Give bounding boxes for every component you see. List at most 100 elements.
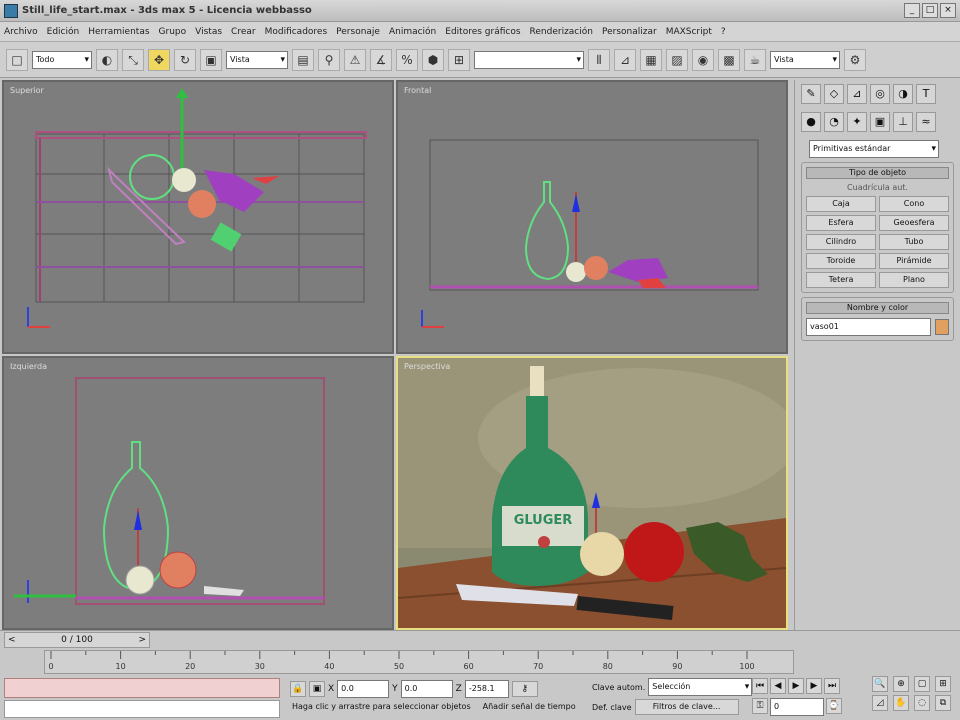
viewport-label[interactable]: Izquierda xyxy=(10,362,47,371)
edit-named-sel-icon[interactable]: ⊞ xyxy=(448,48,470,71)
select-object-icon[interactable]: □ xyxy=(6,48,28,71)
object-type-header[interactable]: Tipo de objeto xyxy=(806,167,949,179)
hierarchy-tab-icon[interactable]: ⊿ xyxy=(847,84,867,104)
teapot-button[interactable]: Tetera xyxy=(806,272,876,288)
pyramid-button[interactable]: Pirámide xyxy=(879,253,949,269)
z-coordinate-field[interactable]: -258.1 xyxy=(464,680,509,698)
auto-key-button[interactable]: Clave autom. xyxy=(592,683,645,692)
lights-icon[interactable]: ✦ xyxy=(847,112,867,132)
reference-coord-select[interactable]: Vista xyxy=(226,50,288,69)
viewport-label[interactable]: Perspectiva xyxy=(404,362,450,371)
key-mode-toggle-icon[interactable]: ⚿ xyxy=(752,698,768,714)
percent-snap-icon[interactable]: % xyxy=(396,48,418,71)
viewport-left[interactable]: Izquierda xyxy=(2,356,394,630)
menu-renderizacion[interactable]: Renderización xyxy=(530,27,593,37)
set-key-button[interactable]: Def. clave xyxy=(592,703,632,712)
zoom-icon[interactable]: 🔍 xyxy=(872,676,888,692)
arc-rotate-icon[interactable]: ◌ xyxy=(914,695,930,711)
mirror-icon[interactable]: ⫴ xyxy=(588,48,610,71)
menu-herramientas[interactable]: Herramientas xyxy=(88,27,149,37)
menu-personalizar[interactable]: Personalizar xyxy=(602,27,657,37)
torus-button[interactable]: Toroide xyxy=(806,253,876,269)
angle-snap-icon[interactable]: ∡ xyxy=(370,48,392,71)
menu-animacion[interactable]: Animación xyxy=(389,27,436,37)
autogrid-checkbox[interactable]: Cuadrícula aut. xyxy=(806,183,949,192)
absolute-mode-icon[interactable]: ▣ xyxy=(309,681,325,697)
viewport-front[interactable]: Frontal xyxy=(396,80,788,354)
name-color-header[interactable]: Nombre y color xyxy=(806,302,949,314)
spacewarps-icon[interactable]: ≈ xyxy=(916,112,936,132)
geosphere-button[interactable]: Geoesfera xyxy=(879,215,949,231)
add-time-tag[interactable]: Añadir señal de tiempo xyxy=(483,702,576,711)
menu-grupo[interactable]: Grupo xyxy=(159,27,187,37)
current-frame-field[interactable]: 0 xyxy=(770,698,824,716)
tube-button[interactable]: Tubo xyxy=(879,234,949,250)
move-icon[interactable]: ✥ xyxy=(148,48,170,71)
render-last-icon[interactable]: ⚙ xyxy=(844,48,866,71)
viewport-top[interactable]: Superior xyxy=(2,80,394,354)
maxscript-mini-input[interactable] xyxy=(4,700,280,718)
menu-personaje[interactable]: Personaje xyxy=(336,27,380,37)
next-frame-icon[interactable]: ▶ xyxy=(806,678,822,694)
minimize-button[interactable]: _ xyxy=(904,3,920,18)
viewport-perspective[interactable]: Perspectiva GLUGER xyxy=(396,356,788,630)
time-config-icon[interactable]: ⌚ xyxy=(826,698,842,714)
snap-icon[interactable]: ⚠ xyxy=(344,48,366,71)
key-filters-button[interactable]: Filtros de clave... xyxy=(634,699,739,715)
goto-end-icon[interactable]: ⏭ xyxy=(824,678,840,694)
geometry-icon[interactable]: ● xyxy=(801,112,821,132)
utilities-tab-icon[interactable]: T xyxy=(916,84,936,104)
menu-help[interactable]: ? xyxy=(721,27,726,37)
object-category-select[interactable]: Primitivas estándar xyxy=(809,140,939,158)
create-tab-icon[interactable]: ✎ xyxy=(801,84,821,104)
zoom-extents-all-icon[interactable]: ⊞ xyxy=(935,676,951,692)
time-slider-prev-icon[interactable]: < xyxy=(8,635,16,645)
y-coordinate-field[interactable]: 0.0 xyxy=(400,680,453,698)
menu-editores-graficos[interactable]: Editores gráficos xyxy=(445,27,520,37)
render-type-select[interactable]: Vista xyxy=(770,50,840,69)
zoom-all-icon[interactable]: ⊕ xyxy=(893,676,909,692)
key-icon[interactable]: ⚷ xyxy=(511,681,538,697)
maxscript-listener[interactable] xyxy=(4,678,280,698)
schematic-view-icon[interactable]: ▨ xyxy=(666,48,688,71)
quick-render-icon[interactable]: ☕ xyxy=(744,48,766,71)
menu-vistas[interactable]: Vistas xyxy=(195,27,222,37)
menu-maxscript[interactable]: MAXScript xyxy=(666,27,712,37)
motion-tab-icon[interactable]: ◎ xyxy=(870,84,890,104)
viewport-label[interactable]: Superior xyxy=(10,86,44,95)
prev-frame-icon[interactable]: ◀ xyxy=(770,678,786,694)
region-select-icon[interactable]: ⤡ xyxy=(122,48,144,71)
zoom-extents-icon[interactable]: ▢ xyxy=(914,676,930,692)
sphere-button[interactable]: Esfera xyxy=(806,215,876,231)
display-tab-icon[interactable]: ◑ xyxy=(893,84,913,104)
time-slider-next-icon[interactable]: > xyxy=(138,635,146,645)
viewport-label[interactable]: Frontal xyxy=(404,86,431,95)
lock-icon[interactable]: 🔒 xyxy=(290,681,306,697)
pan-icon[interactable]: ✋ xyxy=(893,695,909,711)
cylinder-button[interactable]: Cilindro xyxy=(806,234,876,250)
select-link-icon[interactable]: ⚲ xyxy=(318,48,340,71)
plane-button[interactable]: Plano xyxy=(879,272,949,288)
maximize-button[interactable]: □ xyxy=(922,3,938,18)
align-icon[interactable]: ⊿ xyxy=(614,48,636,71)
named-selection-select[interactable] xyxy=(474,50,584,69)
close-button[interactable]: × xyxy=(940,3,956,18)
menu-edicion[interactable]: Edición xyxy=(47,27,80,37)
object-name-field[interactable]: vaso01 xyxy=(806,318,931,336)
object-color-swatch[interactable] xyxy=(935,319,949,335)
fov-icon[interactable]: ◿ xyxy=(872,695,888,711)
cone-button[interactable]: Cono xyxy=(879,196,949,212)
render-scene-icon[interactable]: ▩ xyxy=(718,48,740,71)
key-mode-select[interactable]: Selección xyxy=(648,678,753,696)
time-slider[interactable]: < 0 / 100 > xyxy=(4,632,150,648)
menu-archivo[interactable]: Archivo xyxy=(4,27,38,37)
x-coordinate-field[interactable]: 0.0 xyxy=(337,680,390,698)
helpers-icon[interactable]: ⊥ xyxy=(893,112,913,132)
track-view-icon[interactable]: ▦ xyxy=(640,48,662,71)
menu-modificadores[interactable]: Modificadores xyxy=(265,27,328,37)
play-icon[interactable]: ▶ xyxy=(788,678,804,694)
material-editor-icon[interactable]: ◉ xyxy=(692,48,714,71)
pivot-center-icon[interactable]: ▤ xyxy=(292,48,314,71)
track-bar[interactable]: 0 10 20 30 40 50 60 70 80 90 100 xyxy=(44,650,794,674)
selection-filter-select[interactable]: Todo xyxy=(32,50,92,69)
